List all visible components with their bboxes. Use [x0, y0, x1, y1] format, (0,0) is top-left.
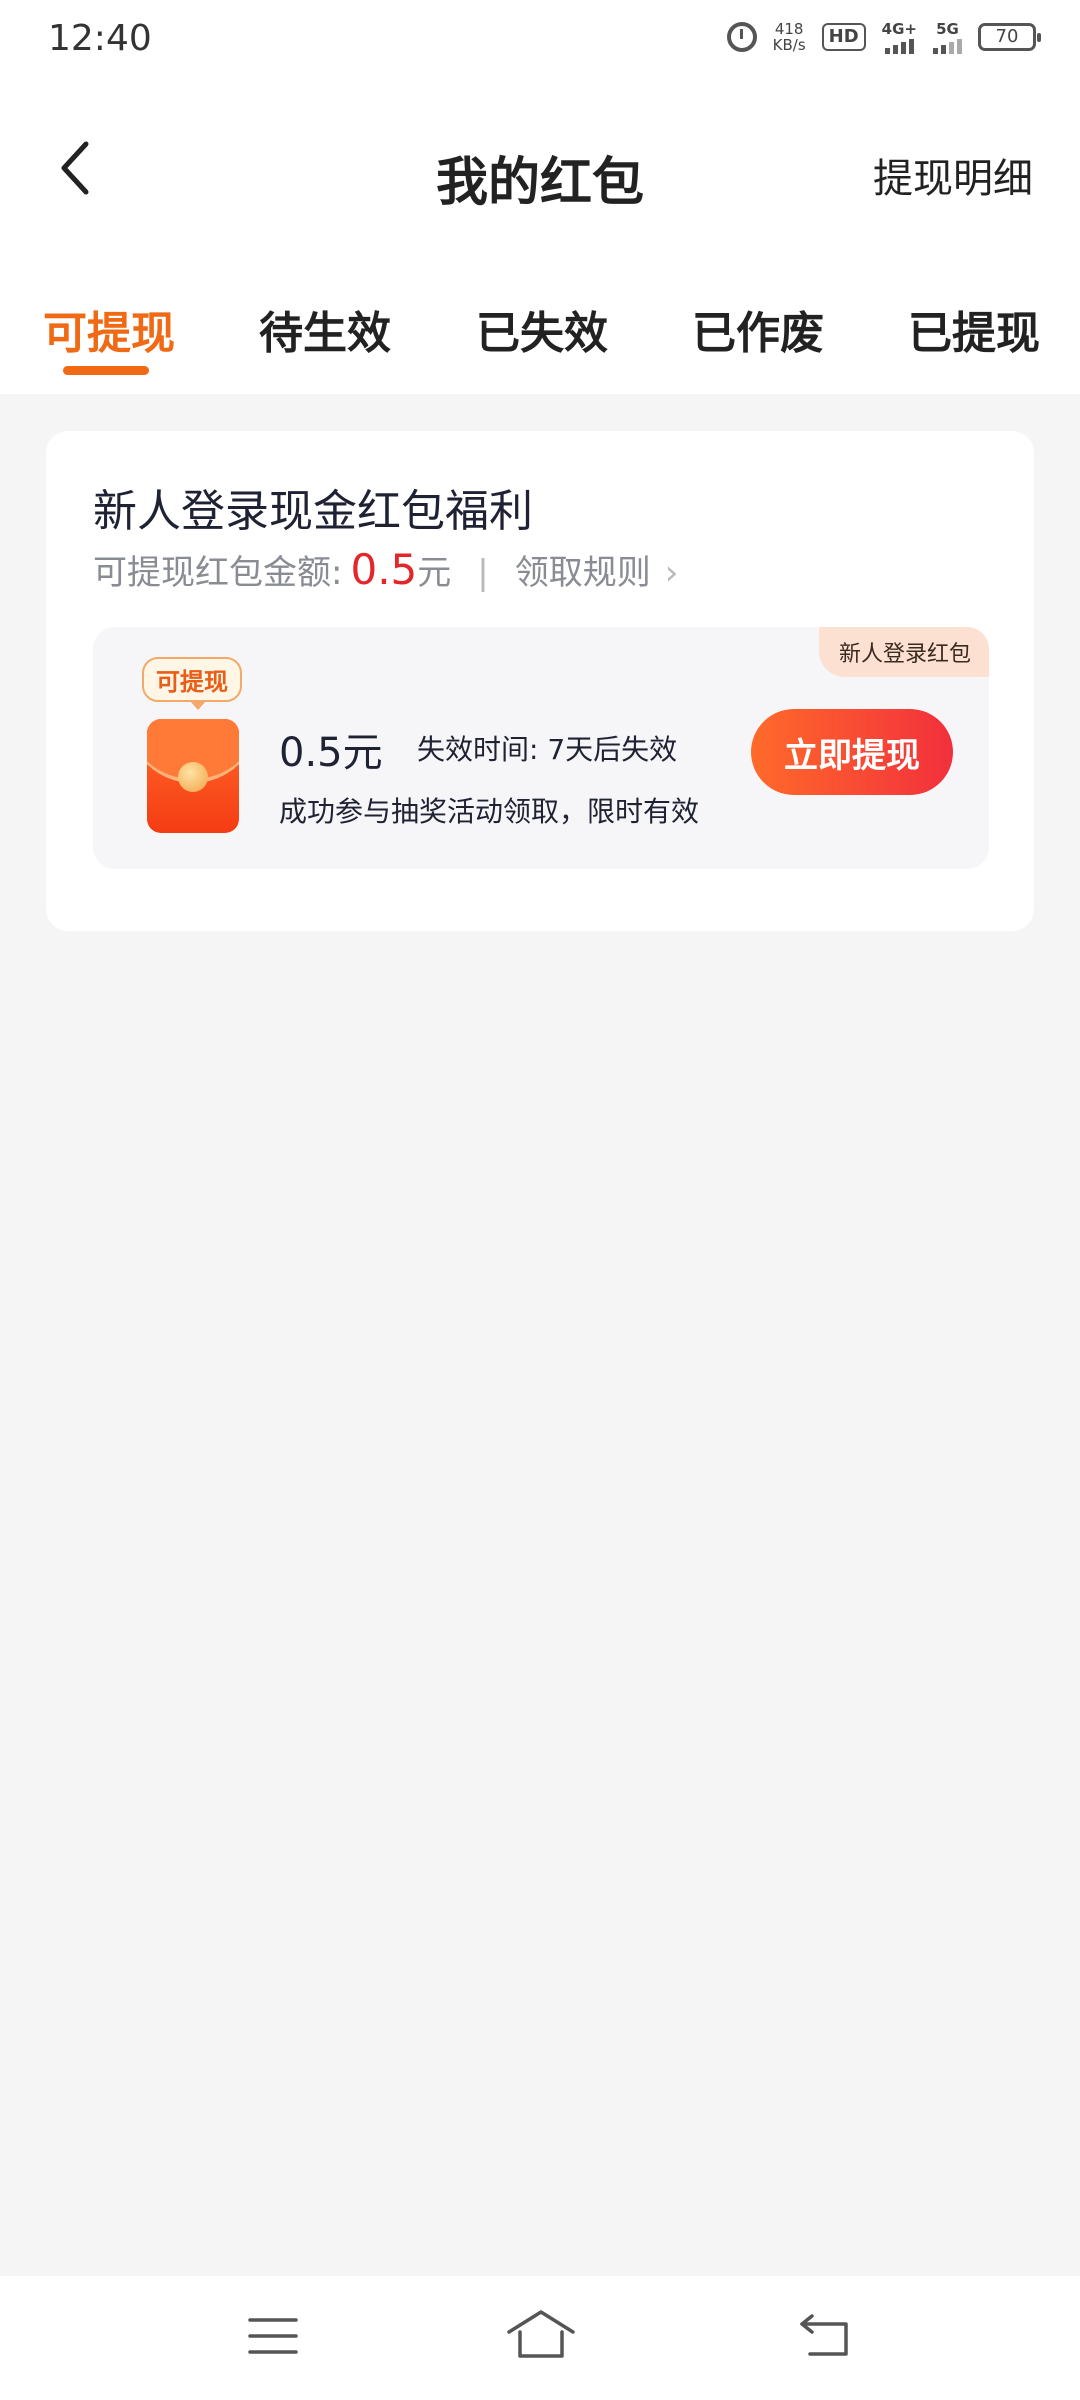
amount-label: 可提现红包金额: [93, 553, 343, 593]
coupon-expire-time: 失效时间: 7天后失效 [417, 733, 678, 766]
signal-4g-label: 4G+ [881, 20, 917, 38]
signal-4g-icon: 4G+ [882, 20, 917, 54]
tab-withdrawable[interactable]: 可提现 [43, 297, 175, 361]
card-amount-row: 可提现红包金额: 0.5 元 | 领取规则 › [93, 545, 678, 594]
card-title: 新人登录现金红包福利 [93, 486, 533, 537]
hd-icon: HD [821, 23, 866, 51]
battery-icon: 70 [978, 23, 1041, 51]
tab-expired[interactable]: 已失效 [476, 297, 608, 361]
back-nav-icon[interactable] [798, 2312, 852, 2358]
amount-unit: 元 [417, 553, 452, 593]
coupon-item: 新人登录红包 可提现 0.5元 失效时间: 7天后失效 成功参与抽奖活动领取，限… [93, 627, 989, 869]
status-icons: 418 KB/s HD 4G+ 5G 70 [726, 20, 1041, 54]
rules-link[interactable]: 领取规则 [515, 545, 651, 594]
coupon-description: 成功参与抽奖活动领取，限时有效 [279, 795, 700, 828]
withdraw-detail-link[interactable]: 提现明细 [873, 146, 1033, 204]
signal-5g-label: 5G [936, 20, 959, 38]
tab-pending[interactable]: 待生效 [259, 297, 391, 361]
amount-value: 0.5 [350, 545, 418, 594]
tab-withdrawn[interactable]: 已提现 [908, 297, 1040, 361]
home-icon[interactable] [506, 2308, 576, 2360]
status-badge: 可提现 [142, 657, 242, 710]
network-speed-value: 418 [774, 20, 804, 38]
chevron-right-icon[interactable]: › [665, 553, 679, 593]
coupon-type-tag: 新人登录红包 [818, 627, 989, 677]
status-time: 12:40 [48, 18, 152, 59]
red-envelope-icon [147, 719, 239, 833]
network-speed: 418 KB/s [773, 21, 806, 53]
divider: | [477, 553, 489, 593]
withdraw-now-button[interactable]: 立即提现 [751, 709, 953, 795]
coupon-amount: 0.5元 [279, 730, 383, 776]
tab-voided[interactable]: 已作废 [692, 297, 824, 361]
active-tab-indicator [63, 366, 149, 375]
signal-5g-icon: 5G [933, 20, 962, 54]
network-speed-unit: KB/s [772, 36, 806, 54]
menu-icon[interactable] [248, 2316, 298, 2356]
alarm-icon [726, 22, 757, 52]
